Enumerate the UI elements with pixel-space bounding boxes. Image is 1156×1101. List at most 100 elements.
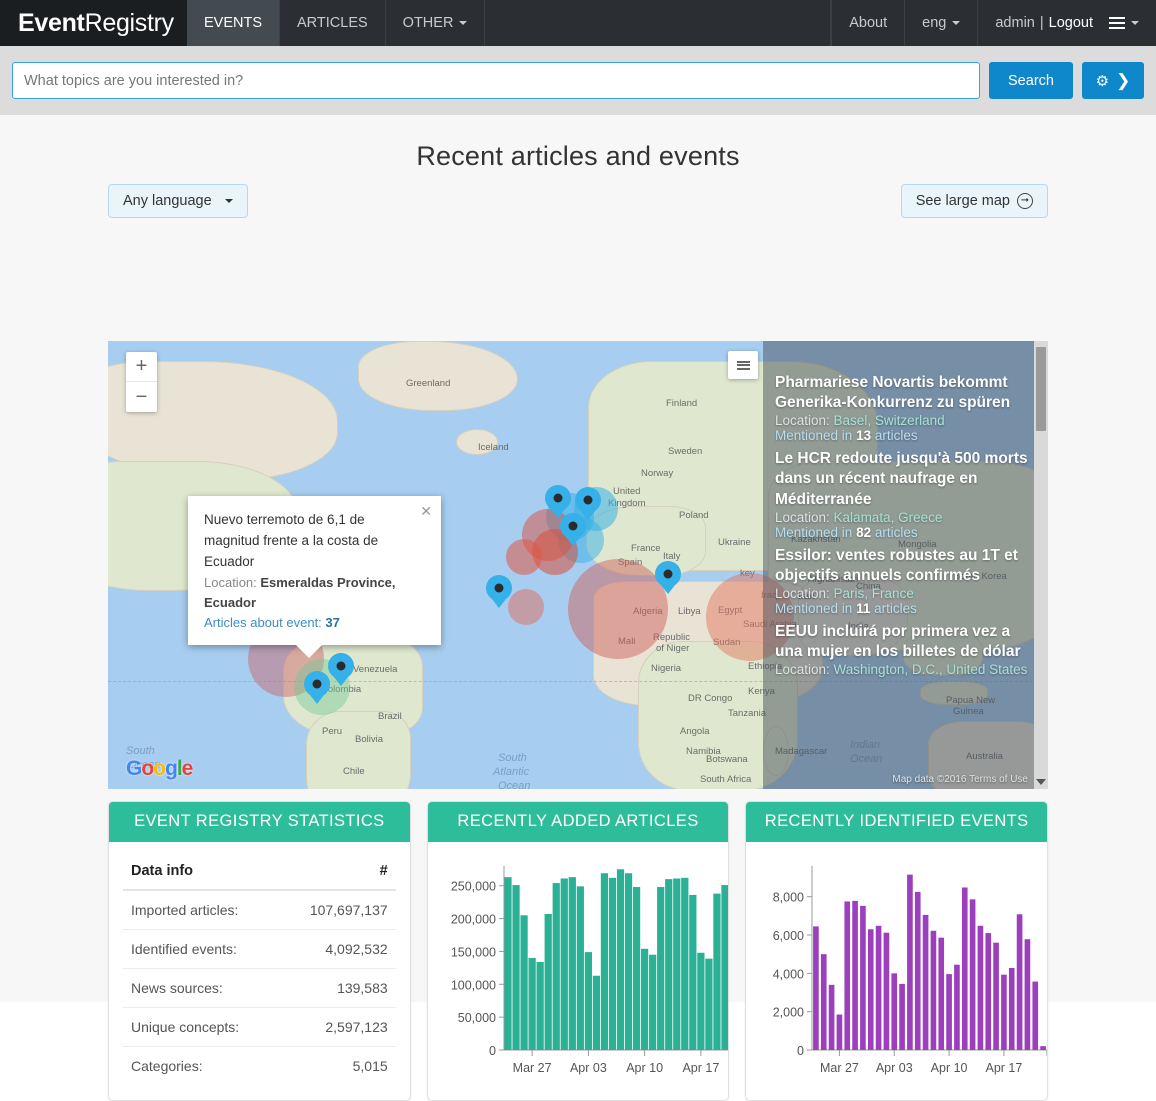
bar[interactable] xyxy=(624,873,632,1050)
close-icon[interactable]: ✕ xyxy=(420,504,432,518)
bar[interactable] xyxy=(899,983,906,1051)
map-cluster[interactable] xyxy=(568,559,668,659)
bar[interactable] xyxy=(876,925,882,1050)
scrollbar-thumb[interactable] xyxy=(1036,347,1046,431)
bar[interactable] xyxy=(704,958,713,1050)
bar[interactable] xyxy=(640,948,648,1050)
map-marker-pin[interactable] xyxy=(486,575,512,601)
bar[interactable] xyxy=(680,877,689,1050)
bar[interactable] xyxy=(985,933,992,1050)
map-event-list-item[interactable]: EEUU incluirá por primera vez a una muje… xyxy=(775,622,1030,677)
bar[interactable] xyxy=(1024,939,1031,1050)
bar[interactable] xyxy=(923,914,929,1051)
map-events-side-panel[interactable]: Pharmariese Novartis bekommt Generika-Ko… xyxy=(763,341,1048,789)
bar[interactable] xyxy=(1032,981,1039,1050)
bar[interactable] xyxy=(608,877,616,1050)
bar[interactable] xyxy=(648,954,656,1050)
map-event-title[interactable]: Pharmariese Novartis bekommt Generika-Ko… xyxy=(775,373,1030,413)
nav-item-language[interactable]: eng xyxy=(904,0,977,46)
bar[interactable] xyxy=(860,905,867,1050)
side-panel-scrollbar[interactable] xyxy=(1034,341,1048,789)
map-cluster[interactable] xyxy=(508,589,544,625)
map-info-window[interactable]: ✕ Nuevo terremoto de 6,1 de magnitud fre… xyxy=(188,496,441,659)
scroll-down-arrow-icon[interactable] xyxy=(1036,779,1046,785)
bar[interactable] xyxy=(544,913,552,1050)
bar[interactable] xyxy=(536,961,544,1050)
map-marker-pin[interactable] xyxy=(545,485,571,511)
bar[interactable] xyxy=(829,984,835,1050)
nav-item-articles[interactable]: ARTICLES xyxy=(280,0,386,46)
map-marker-pin[interactable] xyxy=(575,487,601,513)
bar[interactable] xyxy=(1001,974,1008,1050)
bar[interactable] xyxy=(868,929,874,1050)
bar[interactable] xyxy=(907,874,914,1051)
advanced-search-button[interactable]: ⚙ ❯ xyxy=(1082,62,1144,99)
bar[interactable] xyxy=(504,877,512,1050)
bar[interactable] xyxy=(688,894,697,1050)
bar[interactable] xyxy=(813,926,820,1051)
logout-link[interactable]: Logout xyxy=(1049,15,1093,31)
map-menu-button[interactable] xyxy=(728,351,758,379)
bar[interactable] xyxy=(954,964,961,1050)
bar[interactable] xyxy=(568,877,576,1050)
map-event-title[interactable]: Essilor: ventes robustes au 1T et object… xyxy=(775,546,1030,586)
zoom-out-button[interactable]: − xyxy=(126,382,157,412)
bar[interactable] xyxy=(1017,914,1023,1050)
bar[interactable] xyxy=(977,925,984,1050)
map-event-list-item[interactable]: Le HCR redoute jusqu'à 500 morts dans un… xyxy=(775,449,1030,539)
nav-item-other[interactable]: OTHER xyxy=(386,0,486,46)
bar[interactable] xyxy=(721,885,729,1050)
bar[interactable] xyxy=(1009,967,1015,1050)
zoom-in-button[interactable]: + xyxy=(126,352,157,382)
map-event-list-item[interactable]: Essilor: ventes robustes au 1T et object… xyxy=(775,546,1030,616)
nav-item-events[interactable]: EVENTS xyxy=(187,0,281,46)
bar[interactable] xyxy=(930,930,937,1050)
bar[interactable] xyxy=(600,873,608,1050)
map-marker-pin[interactable] xyxy=(560,513,586,539)
bar[interactable] xyxy=(560,878,568,1050)
bar[interactable] xyxy=(552,883,560,1050)
bar[interactable] xyxy=(672,878,681,1050)
info-window-articles-link[interactable]: Articles about event: 37 xyxy=(204,613,425,633)
bar[interactable] xyxy=(512,885,520,1050)
search-button[interactable]: Search xyxy=(989,62,1073,99)
map-zoom-controls[interactable]: + − xyxy=(126,352,157,412)
bar[interactable] xyxy=(970,899,976,1050)
map-cluster[interactable] xyxy=(506,539,542,575)
bar[interactable] xyxy=(1040,1046,1047,1050)
map-marker-pin[interactable] xyxy=(304,671,330,697)
bar[interactable] xyxy=(836,1014,843,1050)
bar[interactable] xyxy=(891,973,898,1050)
bar[interactable] xyxy=(616,869,624,1050)
bar[interactable] xyxy=(656,887,664,1050)
bar[interactable] xyxy=(915,891,921,1051)
map-marker-pin[interactable] xyxy=(655,561,681,587)
bar[interactable] xyxy=(576,886,584,1050)
bar[interactable] xyxy=(520,915,528,1050)
bar[interactable] xyxy=(938,937,945,1050)
see-large-map-button[interactable]: See large map ➞ xyxy=(900,184,1048,218)
bar[interactable] xyxy=(883,932,890,1050)
bar[interactable] xyxy=(946,974,953,1050)
bar[interactable] xyxy=(584,952,592,1050)
bar[interactable] xyxy=(962,887,968,1050)
bar[interactable] xyxy=(528,958,536,1050)
map-event-list-item[interactable]: Pharmariese Novartis bekommt Generika-Ko… xyxy=(775,373,1030,443)
nav-item-about[interactable]: About xyxy=(831,0,904,46)
brand-logo[interactable]: Event Registry xyxy=(0,0,187,46)
language-filter-button[interactable]: Any language xyxy=(108,184,248,218)
bar[interactable] xyxy=(696,952,705,1050)
bar[interactable] xyxy=(713,893,721,1050)
map-marker-pin[interactable] xyxy=(328,653,354,679)
nav-menu-button[interactable] xyxy=(1105,0,1156,46)
map-event-title[interactable]: Le HCR redoute jusqu'à 500 morts dans un… xyxy=(775,449,1030,509)
bar[interactable] xyxy=(852,900,859,1050)
bar[interactable] xyxy=(844,901,851,1050)
nav-item-user[interactable]: admin | Logout xyxy=(977,0,1105,46)
bar[interactable] xyxy=(821,954,827,1050)
search-input[interactable] xyxy=(12,62,980,99)
world-map[interactable]: Greenland Iceland Finland Sweden Norway Unite… xyxy=(108,341,1048,789)
bar[interactable] xyxy=(592,975,600,1050)
bar[interactable] xyxy=(664,879,673,1050)
bar[interactable] xyxy=(632,887,640,1050)
